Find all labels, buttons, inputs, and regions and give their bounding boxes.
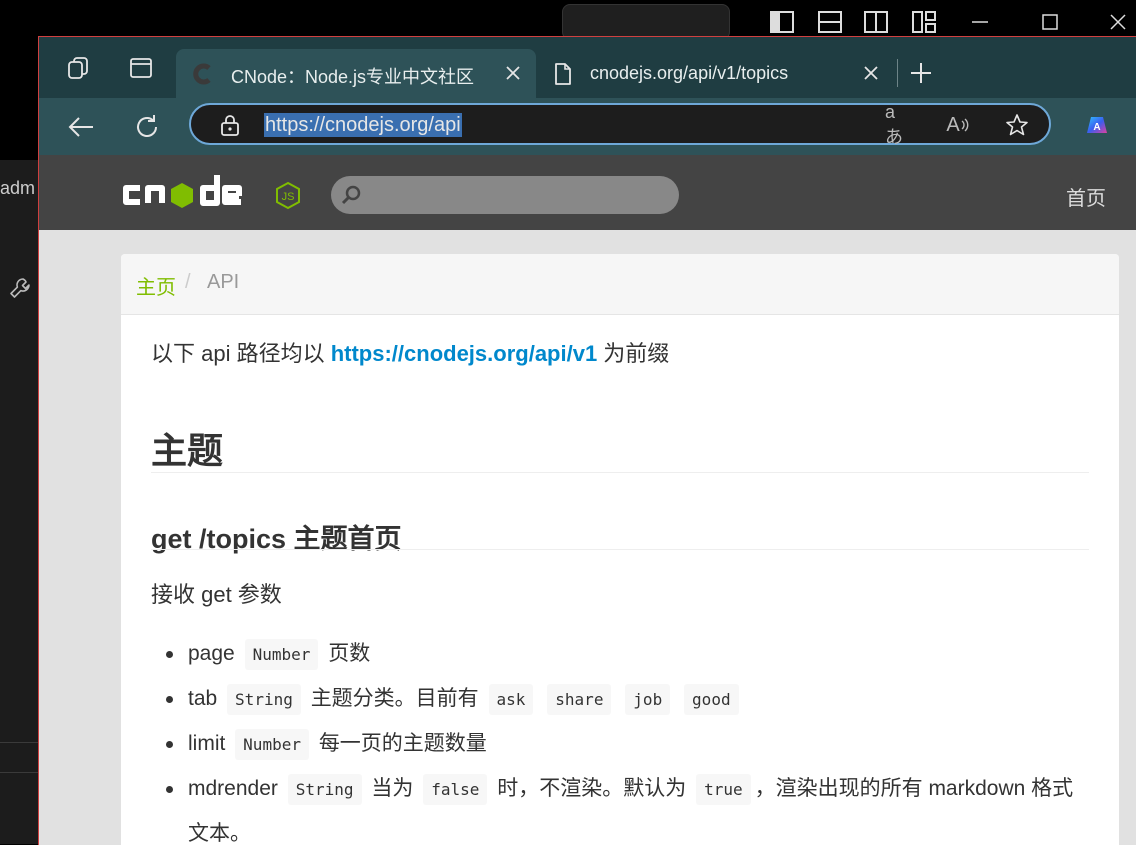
param-type: Number [244,639,319,670]
search-icon [341,184,363,206]
endpoint-title: get /topics 主题首页 [151,524,402,554]
tab-title: CNode：Node.js专业中文社区 [231,67,475,87]
snap-layout-columns-icon[interactable] [862,8,890,36]
api-base-link[interactable]: https://cnodejs.org/api/v1 [331,341,597,366]
param-name: page [188,642,235,665]
snap-layout-grid-icon[interactable] [910,8,938,36]
param-desc: 每一页的主题数量 [318,732,487,755]
snap-layout-left-icon[interactable] [768,8,796,36]
search-input[interactable] [331,176,679,214]
param-value: good [684,684,739,715]
back-icon[interactable] [66,112,96,142]
new-tab-icon[interactable] [907,59,935,87]
background-divider [0,772,40,773]
intro-prefix-text: 以下 api 路径均以 [151,341,331,366]
param-name: tab [188,687,218,710]
param-value: ask [488,684,534,715]
intro-suffix-text: 为前缀 [597,341,670,366]
breadcrumb: 主页 / API [121,254,1119,315]
tab-separator [897,59,898,87]
tab-title: cnodejs.org/api/v1/topics [590,63,789,83]
read-aloud-icon[interactable]: A [945,113,971,137]
read-aloud-label: A [946,113,960,136]
translate-icon[interactable]: aあ [885,102,911,147]
maximize-icon[interactable] [1036,8,1064,36]
lock-icon[interactable] [219,113,241,137]
section-divider [151,472,1089,473]
breadcrumb-current: API [207,271,240,293]
param-type: String [227,684,301,715]
param-type: Number [235,729,309,760]
param-desc: 页数 [328,642,371,665]
address-bar[interactable]: https://cnodejs.org/api aあ A [189,102,1051,147]
snap-layout-split-icon[interactable] [816,8,844,36]
vertical-tabs-icon[interactable] [127,54,155,82]
list-item: mdrender String 当为 false 时，不渲染。默认为 true，… [151,767,1089,845]
tab-cnode[interactable]: CNode：Node.js专业中文社区 [176,49,536,98]
endpoint-divider [151,549,1089,550]
param-value: true [696,774,751,805]
param-value: share [547,684,612,715]
param-type: String [287,774,362,805]
workspaces-icon[interactable] [64,54,92,82]
params-list: page Number 页数 tab String 主题分类。目前有 ask s… [151,632,1089,845]
favorite-star-icon[interactable] [1004,113,1030,137]
wrench-icon[interactable] [8,276,32,300]
background-divider [0,742,40,743]
svg-text:A: A [1093,122,1100,133]
params-intro: 接收 get 参数 [151,582,282,607]
nav-home-link[interactable]: 首页 [1066,182,1106,211]
breadcrumb-separator: / [185,271,191,293]
svg-text:JS: JS [282,191,295,203]
list-item: limit Number 每一页的主题数量 [151,722,1089,767]
api-panel: 主页 / API 以下 api 路径均以 https://cnodejs.org… [121,254,1119,845]
copilot-extension-icon[interactable]: A [1085,113,1109,137]
section-title: 主题 [151,430,224,471]
tab-bar: CNode：Node.js专业中文社区 cnodejs.org/api/v1/t… [39,37,1136,98]
param-desc: 时，不渲染。默认为 [497,777,687,800]
url-text[interactable]: https://cnodejs.org/api [264,113,462,137]
window-close-icon[interactable] [1104,8,1132,36]
tab-close-icon[interactable] [862,64,880,82]
site-header: JS 首页 [39,155,1136,230]
tab-close-icon[interactable] [504,64,522,82]
background-app-label: adm [0,178,36,198]
intro-text: 以下 api 路径均以 https://cnodejs.org/api/v1 为… [151,336,669,368]
cnode-favicon-icon [192,63,214,85]
cnode-logo[interactable]: JS [120,171,304,215]
breadcrumb-home-link[interactable]: 主页 [136,271,176,300]
tab-api-topics[interactable]: cnodejs.org/api/v1/topics [539,49,894,98]
background-window-snap [562,4,730,40]
param-desc: 主题分类。目前有 [310,687,479,710]
refresh-icon[interactable] [132,112,162,142]
param-name: mdrender [188,777,278,800]
web-page: JS 首页 主页 / API 以下 api 路径均以 https://cnode… [39,155,1136,845]
param-name: limit [188,732,226,755]
browser-window: CNode：Node.js专业中文社区 cnodejs.org/api/v1/t… [38,36,1136,845]
list-item: tab String 主题分类。目前有 ask share job good [151,677,1089,722]
param-value: job [625,684,671,715]
address-toolbar: https://cnodejs.org/api aあ A [39,98,1136,155]
minimize-icon[interactable] [966,8,994,36]
list-item: page Number 页数 [151,632,1089,677]
param-desc: 当为 [371,777,414,800]
param-value: false [423,774,488,805]
page-icon [553,62,573,86]
